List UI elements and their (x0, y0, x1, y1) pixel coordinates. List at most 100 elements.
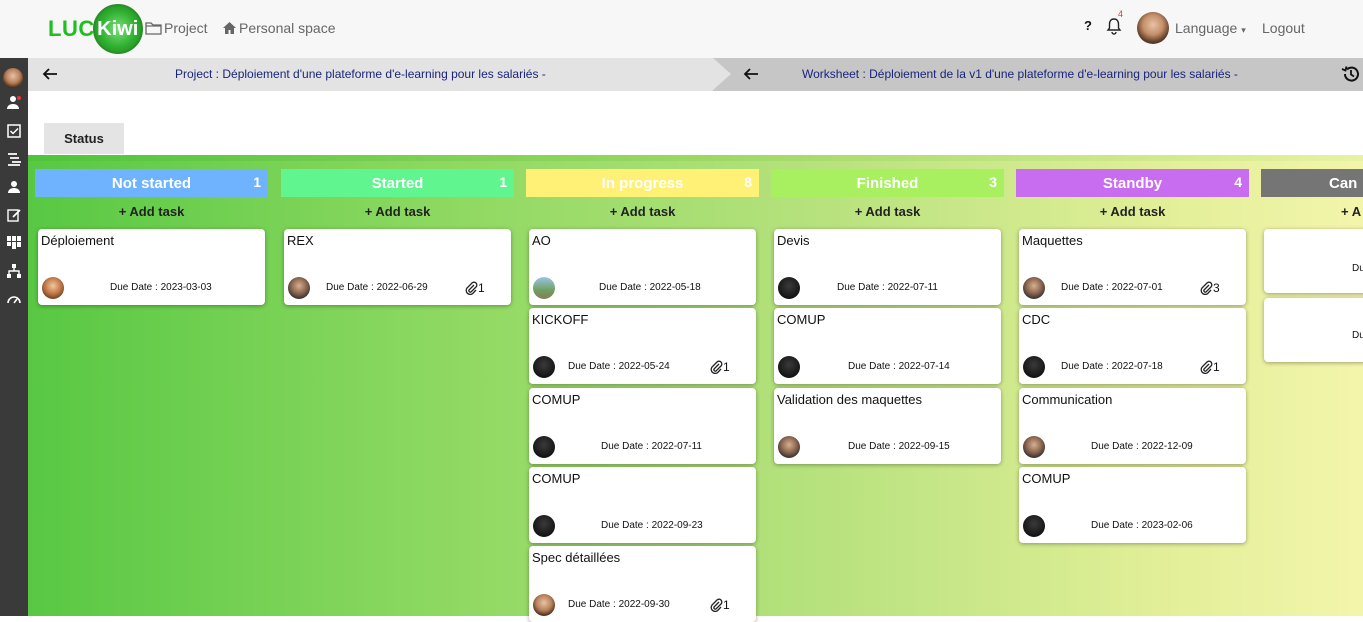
add-task-button[interactable]: + Add task (771, 204, 1004, 219)
org-chart-icon[interactable] (5, 262, 23, 280)
attachment-count: 1 (464, 281, 485, 295)
task-card[interactable]: Déploiement Due Date : 2023-03-03 (38, 229, 265, 305)
breadcrumb-worksheet[interactable]: Worksheet : Déploiement de la v1 d'une p… (713, 58, 1363, 91)
language-label: Language (1175, 20, 1238, 36)
user-avatar[interactable] (1137, 12, 1169, 44)
task-card[interactable]: REX Due Date : 2022-06-29 1 (284, 229, 511, 305)
assignee-avatar[interactable] (533, 594, 555, 616)
history-icon[interactable] (1341, 64, 1361, 84)
top-bar: LUC Kiwi Project Personal space ? 4 Lang… (0, 0, 1363, 58)
language-dropdown[interactable]: Language ▾ (1175, 20, 1246, 36)
paperclip-icon (1200, 281, 1213, 295)
task-card[interactable]: Spec détaillées Due Date : 2022-09-30 1 (529, 546, 756, 622)
assignee-avatar[interactable] (533, 436, 555, 458)
column-count: 3 (989, 174, 997, 190)
paperclip-icon (710, 598, 723, 612)
task-card[interactable]: Communication Due Date : 2022-12-09 (1019, 388, 1246, 464)
task-card[interactable]: Du (1264, 229, 1363, 293)
list-tree-icon[interactable] (5, 150, 23, 168)
logo-text-kiwi: Kiwi (92, 4, 143, 54)
task-due-date: Due Date : 2022-09-23 (601, 520, 703, 531)
attachment-count: 1 (709, 598, 730, 612)
bell-icon[interactable] (1106, 17, 1122, 35)
app-logo[interactable]: LUC Kiwi (48, 4, 143, 54)
assignee-avatar[interactable] (42, 277, 64, 299)
task-due-date: Due Date : 2022-07-01 (1061, 282, 1163, 293)
task-card[interactable]: Devis Due Date : 2022-07-11 (774, 229, 1001, 305)
kanban-column: Finished 3 + Add task Devis Due Date : 2022-… (771, 165, 1004, 616)
task-card[interactable]: Validation des maquettes Due Date : 2022-… (774, 388, 1001, 464)
task-card[interactable]: KICKOFF Due Date : 2022-05-24 1 (529, 308, 756, 384)
nav-project[interactable]: Project (145, 20, 208, 36)
users-icon[interactable] (5, 178, 23, 196)
column-header: Finished 3 (771, 169, 1004, 197)
assignee-avatar[interactable] (533, 515, 555, 537)
tab-status[interactable]: Status (44, 123, 124, 154)
checkbox-icon[interactable] (5, 122, 23, 140)
task-due-date: Due Date : 2022-07-18 (1061, 361, 1163, 372)
column-header: Can (1261, 169, 1363, 197)
column-count: 8 (744, 174, 752, 190)
task-card[interactable]: COMUP Due Date : 2023-02-06 (1019, 467, 1246, 543)
column-title: Not started (111, 174, 192, 192)
assignee-avatar[interactable] (1023, 515, 1045, 537)
edit-icon[interactable] (5, 206, 23, 224)
assignee-avatar[interactable] (288, 277, 310, 299)
task-due-date: Du (1352, 330, 1363, 341)
board-top-border (28, 155, 1363, 161)
assignee-avatar[interactable] (533, 356, 555, 378)
task-title: Maquettes (1022, 233, 1083, 248)
assignee-avatar[interactable] (778, 356, 800, 378)
add-task-button[interactable]: + Add task (526, 204, 759, 219)
task-due-date: Due Date : 2022-07-11 (601, 441, 702, 452)
task-card[interactable]: COMUP Due Date : 2022-09-23 (529, 467, 756, 543)
task-title: AO (532, 233, 551, 248)
sidebar-avatar[interactable] (3, 68, 23, 88)
paperclip-icon (710, 360, 723, 374)
folder-icon (145, 22, 162, 35)
help-button[interactable]: ? (1084, 18, 1092, 33)
column-count: 4 (1234, 174, 1242, 190)
kanban-column: Can + A Du Du (1261, 165, 1363, 616)
attachment-count: 1 (709, 360, 730, 374)
arrow-left-icon[interactable] (743, 67, 759, 81)
task-card[interactable]: CDC Due Date : 2022-07-18 1 (1019, 308, 1246, 384)
breadcrumb-project-label: Project : Déploiement d'une plateforme d… (175, 67, 546, 81)
breadcrumb-project[interactable]: Project : Déploiement d'une plateforme d… (28, 58, 713, 91)
arrow-left-icon[interactable] (42, 67, 58, 81)
task-title: COMUP (1022, 471, 1071, 486)
assignee-avatar[interactable] (1023, 356, 1045, 378)
task-due-date: Due Date : 2023-03-03 (110, 282, 212, 293)
task-card[interactable]: Maquettes Due Date : 2022-07-01 3 (1019, 229, 1246, 305)
nav-project-label: Project (164, 20, 208, 36)
task-card[interactable]: COMUP Due Date : 2022-07-14 (774, 308, 1001, 384)
task-title: COMUP (777, 312, 826, 327)
breadcrumb-separator (713, 58, 731, 90)
nav-personal-space[interactable]: Personal space (222, 20, 336, 36)
assignee-avatar[interactable] (533, 277, 555, 299)
user-down-icon[interactable] (5, 94, 23, 112)
assignee-avatar[interactable] (778, 277, 800, 299)
gauge-icon[interactable] (5, 290, 23, 308)
assignee-avatar[interactable] (778, 436, 800, 458)
attachment-count-value: 1 (1213, 360, 1220, 374)
column-header: Not started 1 (35, 169, 268, 197)
task-due-date: Due Date : 2022-06-29 (326, 282, 428, 293)
kanban-icon[interactable] (5, 234, 23, 252)
logout-link[interactable]: Logout (1262, 20, 1305, 36)
add-task-button[interactable]: + A (1261, 204, 1363, 219)
column-title: Started (371, 174, 424, 192)
assignee-avatar[interactable] (1023, 277, 1045, 299)
add-task-button[interactable]: + Add task (1016, 204, 1249, 219)
assignee-avatar[interactable] (1023, 436, 1045, 458)
task-card[interactable]: AO Due Date : 2022-05-18 (529, 229, 756, 305)
paperclip-icon (465, 281, 478, 295)
sidebar (0, 58, 28, 616)
task-title: Validation des maquettes (777, 392, 923, 407)
add-task-button[interactable]: + Add task (281, 204, 514, 219)
task-card[interactable]: Du (1264, 298, 1363, 362)
task-card[interactable]: COMUP Due Date : 2022-07-11 (529, 388, 756, 464)
column-header: Started 1 (281, 169, 514, 197)
add-task-button[interactable]: + Add task (35, 204, 268, 219)
task-title: COMUP (532, 392, 581, 407)
